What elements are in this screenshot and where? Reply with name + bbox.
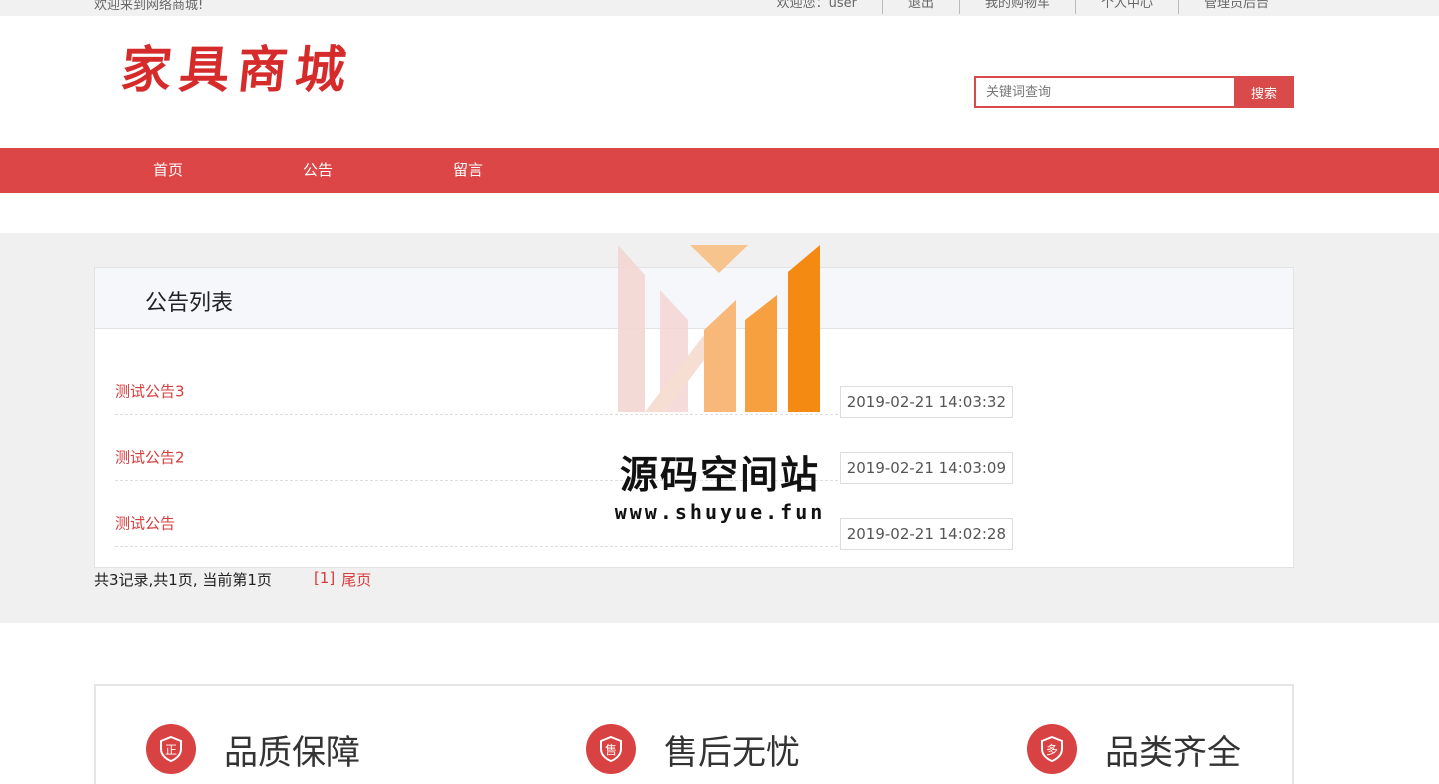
features-strip: 正 品质保障 售 售后无忧 多 品类齐全 (94, 684, 1294, 784)
notice-date: 2019-02-21 14:03:32 (839, 386, 1013, 418)
user-greeting-link[interactable]: 欢迎您：user (752, 0, 882, 14)
admin-link[interactable]: 管理员后台 (1177, 0, 1294, 14)
after-sales-badge-icon: 售 (586, 724, 636, 774)
nav-item-message[interactable]: 留言 (393, 148, 543, 193)
site-logo[interactable]: 家具商城 (118, 30, 358, 102)
panel-title: 公告列表 (145, 291, 234, 316)
top-links: 欢迎您：user 退出 我的购物车 个人中心 管理员后台 (752, 0, 1294, 14)
search-button[interactable]: 搜索 (1234, 76, 1294, 108)
feature-label: 品类齐全 (1105, 732, 1241, 773)
main-nav: 首页 公告 留言 (0, 148, 1439, 193)
list-item: 测试公告3 2019-02-21 14:03:32 (115, 349, 1013, 418)
profile-link[interactable]: 个人中心 (1074, 0, 1178, 14)
quality-badge-icon: 正 (146, 724, 196, 774)
search-bar: 搜索 (974, 76, 1294, 108)
variety-badge-icon: 多 (1027, 724, 1077, 774)
svg-text:多: 多 (1046, 743, 1058, 757)
notice-title-link[interactable]: 测试公告2 (115, 447, 185, 468)
feature-label: 品质保障 (224, 732, 360, 773)
watermark-name: 源码空间站 (619, 453, 820, 497)
search-input[interactable] (974, 76, 1234, 108)
nav-item-home[interactable]: 首页 (93, 148, 243, 193)
first-page-link[interactable]: 首页 (278, 569, 308, 590)
feature-label: 售后无忧 (664, 732, 800, 773)
last-page-link[interactable]: 尾页 (341, 569, 371, 590)
top-bar: 欢迎来到网络商城! 欢迎您：user 退出 我的购物车 个人中心 管理员后台 (0, 0, 1439, 16)
feature-after-sales: 售 售后无忧 (586, 724, 800, 774)
pagination: 共3记录,共1页, 当前第1页 首页 [1] 尾页 (94, 569, 371, 590)
list-item: 测试公告2 2019-02-21 14:03:09 (115, 415, 1013, 484)
feature-variety: 多 品类齐全 (1027, 724, 1241, 774)
welcome-text: 欢迎来到网络商城! (94, 0, 204, 13)
list-item: 测试公告 2019-02-21 14:02:28 (115, 481, 1013, 550)
pagination-summary: 共3记录,共1页, 当前第1页 (94, 571, 272, 589)
notice-date: 2019-02-21 14:03:09 (839, 452, 1013, 484)
feature-quality: 正 品质保障 (146, 724, 360, 774)
nav-item-notice[interactable]: 公告 (243, 148, 393, 193)
cart-link[interactable]: 我的购物车 (958, 0, 1075, 14)
page-number-link[interactable]: [1] (314, 569, 335, 590)
notice-date: 2019-02-21 14:02:28 (839, 518, 1013, 550)
svg-text:售: 售 (605, 742, 617, 757)
svg-text:正: 正 (165, 743, 177, 757)
logout-link[interactable]: 退出 (881, 0, 959, 14)
notice-title-link[interactable]: 测试公告 (115, 513, 175, 534)
notice-title-link[interactable]: 测试公告3 (115, 381, 185, 402)
watermark-url: www.shuyue.fun (614, 500, 826, 524)
